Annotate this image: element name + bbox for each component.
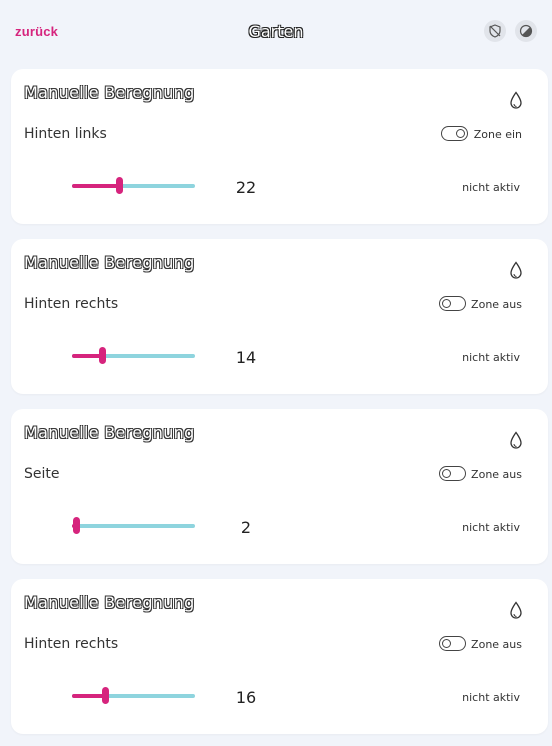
- slider-thumb[interactable]: [98, 347, 106, 364]
- slider-thumb[interactable]: [102, 687, 110, 704]
- zone-toggle[interactable]: [439, 636, 466, 651]
- zone-name: Hinten rechts: [24, 296, 119, 312]
- irrigation-card: Manuelle Beregnung Seite Zone aus 2 nicht ak…: [11, 409, 548, 564]
- contrast-icon[interactable]: [515, 20, 537, 42]
- slider-thumb[interactable]: [72, 517, 80, 534]
- duration-slider[interactable]: [72, 347, 195, 364]
- slider-fill: [72, 354, 102, 358]
- zone-state-label: Zone aus: [471, 298, 522, 311]
- status-label: nicht aktiv: [462, 181, 520, 194]
- card-title: Manuelle Beregnung: [24, 423, 195, 442]
- shield-off-icon[interactable]: [484, 20, 506, 42]
- status-label: nicht aktiv: [462, 691, 520, 704]
- duration-value: 22: [235, 178, 257, 197]
- zone-name: Seite: [24, 466, 60, 482]
- status-label: nicht aktiv: [462, 351, 520, 364]
- slider-fill: [72, 694, 106, 698]
- duration-slider[interactable]: [72, 687, 195, 704]
- toggle-knob: [442, 469, 451, 478]
- page-title: Garten: [248, 22, 304, 41]
- app-header: zurück Garten: [0, 0, 552, 64]
- card-title: Manuelle Beregnung: [24, 593, 195, 612]
- zone-state-label: Zone aus: [471, 638, 522, 651]
- duration-slider[interactable]: [72, 517, 195, 534]
- irrigation-card: Manuelle Beregnung Hinten rechts Zone aus 1…: [11, 579, 548, 734]
- zone-toggle[interactable]: [441, 126, 468, 141]
- water-drop-icon: [509, 601, 523, 620]
- zone-state-label: Zone aus: [471, 468, 522, 481]
- card-title: Manuelle Beregnung: [24, 83, 195, 102]
- water-drop-icon: [509, 261, 523, 280]
- slider-fill: [72, 184, 119, 188]
- zone-toggle[interactable]: [439, 296, 466, 311]
- card-title: Manuelle Beregnung: [24, 253, 195, 272]
- irrigation-card: Manuelle Beregnung Hinten links Zone ein 22…: [11, 69, 548, 224]
- duration-value: 14: [235, 348, 257, 367]
- duration-value: 16: [235, 688, 257, 707]
- zone-name: Hinten links: [24, 126, 107, 142]
- water-drop-icon: [509, 91, 523, 110]
- zone-state-label: Zone ein: [473, 128, 522, 141]
- zone-name: Hinten rechts: [24, 636, 119, 652]
- slider-thumb[interactable]: [115, 177, 123, 194]
- zone-toggle[interactable]: [439, 466, 466, 481]
- irrigation-card: Manuelle Beregnung Hinten rechts Zone aus 1…: [11, 239, 548, 394]
- duration-slider[interactable]: [72, 177, 195, 194]
- toggle-knob: [442, 299, 451, 308]
- duration-value: 2: [240, 518, 252, 537]
- status-label: nicht aktiv: [462, 521, 520, 534]
- toggle-knob: [442, 639, 451, 648]
- toggle-knob: [456, 129, 465, 138]
- water-drop-icon: [509, 431, 523, 450]
